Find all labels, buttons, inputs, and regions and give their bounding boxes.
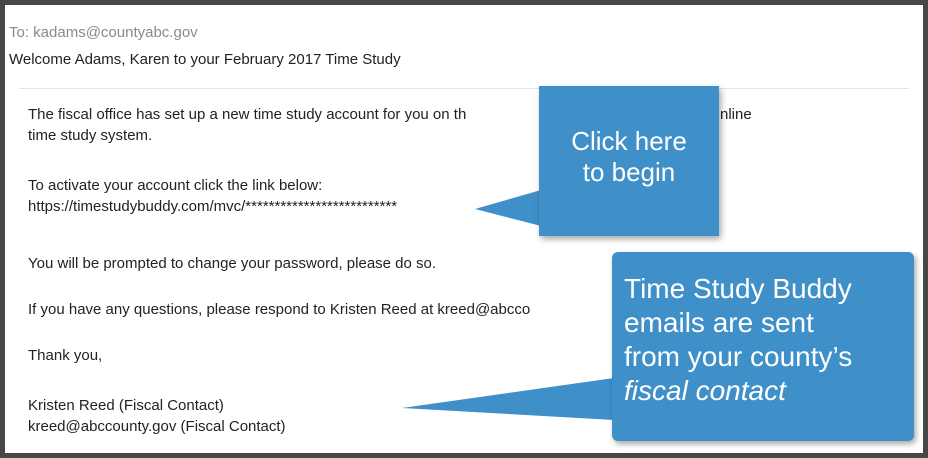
- intro-line-1-tail: nline: [720, 106, 752, 123]
- closing-thanks: Thank you,: [28, 347, 103, 364]
- password-note: You will be prompted to change your pass…: [28, 255, 437, 272]
- activation-instructions: To activate your account click the link …: [28, 177, 323, 194]
- signature: Kristen Reed (Fiscal Contact) kreed@abcc…: [28, 395, 286, 437]
- email-header: [19, 10, 909, 89]
- activation-link[interactable]: https://timestudybuddy.com/mvc/*********…: [28, 196, 397, 217]
- signature-email[interactable]: kreed@abccounty.gov (Fiscal Contact): [28, 416, 286, 437]
- begin-callout-line-2: to begin: [582, 157, 676, 187]
- fiscal-callout-line-3: from your county’s: [624, 341, 853, 372]
- begin-callout: Click here to begin: [539, 86, 719, 236]
- intro-paragraph: The fiscal office has set up a new time …: [28, 104, 466, 146]
- email-subject: Welcome Adams, Karen to your February 20…: [9, 51, 401, 68]
- activation-paragraph: To activate your account click the link …: [28, 175, 397, 217]
- signature-name: Kristen Reed (Fiscal Contact): [28, 397, 224, 414]
- intro-line-1: The fiscal office has set up a new time …: [28, 106, 467, 123]
- fiscal-contact-callout: Time Study Buddy emails are sent from yo…: [612, 252, 914, 441]
- fiscal-callout-line-2: emails are sent: [624, 307, 814, 338]
- questions-note: If you have any questions, please respon…: [28, 301, 531, 318]
- begin-callout-line-1: Click here: [571, 126, 687, 156]
- fiscal-callout-line-4: fiscal contact: [624, 375, 786, 406]
- fiscal-callout-line-1: Time Study Buddy: [624, 273, 852, 304]
- intro-line-2: time study system.: [28, 127, 153, 144]
- email-to-address: To: kadams@countyabc.gov: [9, 24, 198, 41]
